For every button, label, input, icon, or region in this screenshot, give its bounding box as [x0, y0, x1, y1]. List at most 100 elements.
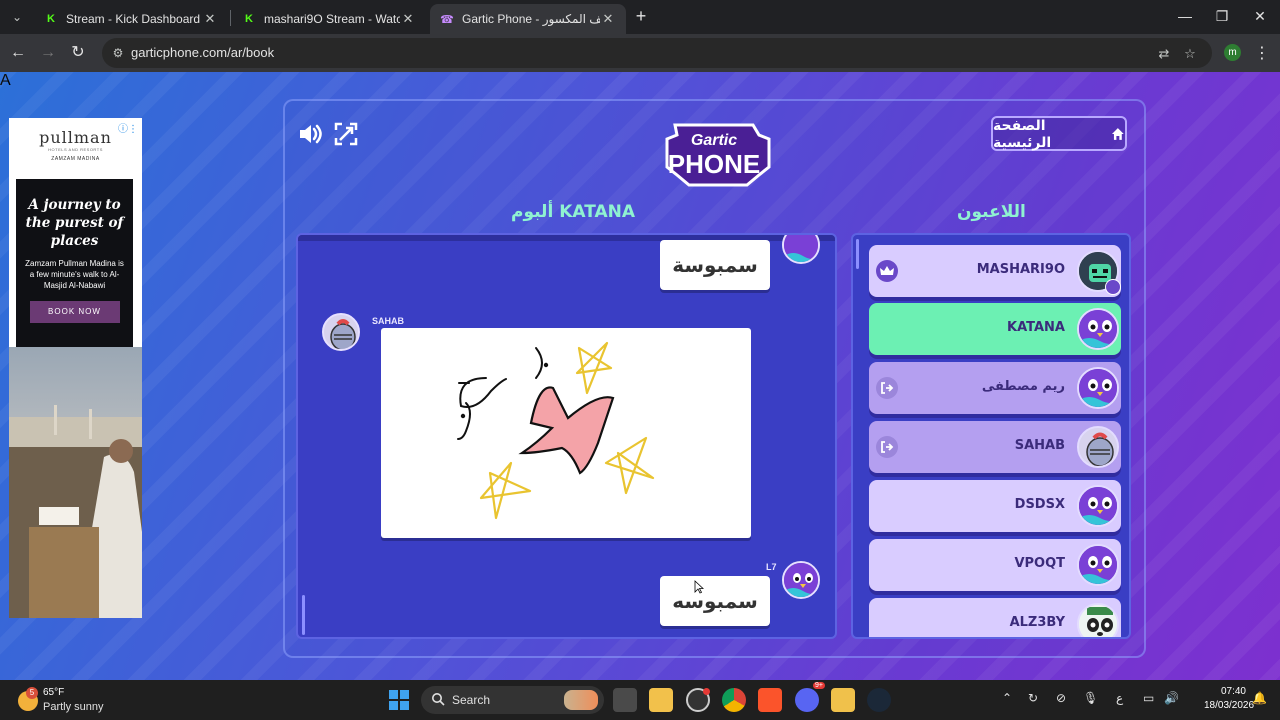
- url-text[interactable]: garticphone.com/ar/book: [131, 45, 274, 60]
- players-scrollbar[interactable]: [856, 239, 859, 269]
- knight-avatar-icon: [324, 315, 358, 349]
- left-game-icon: [876, 436, 898, 458]
- ad-brand-sub: HOTELS AND RESORTS: [48, 147, 103, 152]
- logo-line2: PHONE: [668, 149, 760, 179]
- bird-avatar-icon: [1079, 546, 1117, 584]
- brave-icon[interactable]: [758, 688, 782, 712]
- page-content: ⓘ⋮ pullman HOTELS AND RESORTS ZAMZAM MAD…: [0, 72, 1280, 680]
- tab-search-icon[interactable]: ⌄: [6, 7, 28, 27]
- player-avatar-panda: [1077, 603, 1119, 637]
- fullscreen-icon-svg: [334, 122, 358, 146]
- tab-title: Stream - Kick Dashboard: [66, 12, 201, 26]
- kick-icon: K: [245, 13, 253, 25]
- taskbar: 5 65°F Partly sunny Search 9+ ⌃ ↻ ⊘ 🎙 ع …: [0, 680, 1280, 720]
- search-highlight-image: [564, 690, 598, 710]
- player-name: ALZ3BY: [1009, 615, 1065, 630]
- search-label: Search: [452, 693, 491, 707]
- no-camera-icon[interactable]: ⊘: [1056, 691, 1066, 705]
- bird-avatar-icon: [784, 563, 818, 597]
- left-game-icon-svg: [881, 382, 894, 394]
- album-scrollbar[interactable]: [302, 595, 305, 635]
- address-bar[interactable]: ⚙ garticphone.com/ar/book ⇄ ☆: [102, 38, 1212, 68]
- back-icon[interactable]: ←: [8, 43, 28, 63]
- bird-avatar-icon: [1079, 369, 1117, 407]
- network-icon[interactable]: ▭: [1143, 691, 1154, 705]
- ad-book-now-button[interactable]: BOOK NOW: [29, 301, 120, 323]
- fullscreen-icon[interactable]: [334, 122, 358, 146]
- weather-widget[interactable]: 5 65°F Partly sunny: [16, 687, 116, 715]
- advertisement[interactable]: ⓘ⋮ pullman HOTELS AND RESORTS ZAMZAM MAD…: [9, 118, 142, 618]
- close-icon[interactable]: ✕: [202, 11, 218, 27]
- tab-gartic-phone[interactable]: ☎ Gartic Phone - الهاتف المكسور ✕: [430, 4, 626, 34]
- reload-icon[interactable]: ↻: [68, 43, 88, 63]
- clock[interactable]: 07:40 18/03/2026: [1204, 685, 1255, 713]
- discord-icon[interactable]: 9+: [795, 682, 825, 712]
- sound-icon-svg: [300, 124, 322, 144]
- ad-location: ZAMZAM MADINA: [51, 156, 100, 162]
- ad-headline: A journey to the purest of places: [25, 197, 124, 249]
- player-avatar: [782, 561, 820, 599]
- gartic-phone-logo: Gartic PHONE: [655, 117, 773, 189]
- sync-icon[interactable]: ↻: [1028, 691, 1038, 705]
- sticky-notes-icon[interactable]: [831, 688, 855, 712]
- home-icon: [1112, 127, 1125, 140]
- panda-avatar-icon: [1079, 605, 1117, 637]
- microphone-icon[interactable]: 🎙: [1083, 691, 1098, 705]
- album-drawing-canvas: [381, 328, 751, 538]
- steam-icon[interactable]: [867, 688, 891, 712]
- player-name: DSDSX: [1014, 497, 1065, 512]
- album-author-nick: SAHAB: [372, 316, 405, 326]
- menu-kebab-icon[interactable]: ⋮: [1254, 43, 1270, 63]
- close-window-icon[interactable]: ✕: [1250, 8, 1270, 25]
- restore-icon[interactable]: ❐: [1212, 8, 1232, 25]
- clock-date: 18/03/2026: [1204, 700, 1255, 711]
- profile-avatar[interactable]: m: [1224, 44, 1241, 61]
- site-info-icon[interactable]: ⚙: [110, 45, 126, 61]
- volume-icon[interactable]: 🔊: [1164, 691, 1179, 705]
- windows-start-icon[interactable]: [389, 690, 409, 710]
- host-badge-icon: [1105, 279, 1121, 295]
- home-button[interactable]: الصفحة الرئيسية: [991, 116, 1127, 151]
- file-explorer-icon[interactable]: [649, 688, 673, 712]
- tab-title: Gartic Phone - الهاتف المكسور: [462, 12, 600, 26]
- translate-icon[interactable]: ⇄: [1156, 46, 1172, 62]
- close-icon[interactable]: ✕: [600, 11, 616, 27]
- clock-time: 07:40: [1220, 686, 1246, 697]
- player-row-active: KATANA: [869, 303, 1121, 355]
- browser-toolbar: ← → ↻ ⚙ garticphone.com/ar/book ⇄ ☆ m ⋮: [0, 34, 1280, 72]
- taskbar-search[interactable]: Search: [421, 686, 604, 714]
- left-game-icon-svg: [881, 441, 894, 453]
- language-indicator[interactable]: ع: [1116, 691, 1123, 705]
- player-avatar: [1077, 485, 1119, 527]
- player-row: DSDSX: [869, 480, 1121, 532]
- bookmark-star-icon[interactable]: ☆: [1182, 46, 1198, 62]
- ad-brand: pullman HOTELS AND RESORTS ZAMZAM MADINA: [9, 128, 142, 162]
- search-icon: [432, 693, 445, 706]
- crown-icon-svg: [880, 266, 894, 275]
- new-tab-icon[interactable]: +: [632, 7, 650, 26]
- player-row-away: SAHAB: [869, 421, 1121, 473]
- tab-kick-dashboard[interactable]: K Stream - Kick Dashboard ✕: [34, 4, 228, 34]
- forward-icon[interactable]: →: [38, 43, 58, 63]
- obs-icon[interactable]: [686, 688, 710, 712]
- tray-chevron-icon[interactable]: ⌃: [1002, 691, 1012, 705]
- task-view-icon[interactable]: [613, 688, 637, 712]
- album-panel: سمبوسة SAHAB L7 سمبوسه: [296, 233, 837, 639]
- album-text-bubble: سمبوسه: [660, 576, 770, 626]
- tab-title: mashari9O Stream - Watch Live: [264, 12, 400, 26]
- discord-badge: 9+: [813, 682, 825, 689]
- tab-strip: ⌄ K Stream - Kick Dashboard ✕ K mashari9…: [0, 0, 1280, 34]
- weather-temp: 65°F: [43, 687, 65, 698]
- player-avatar: [1077, 308, 1119, 350]
- player-avatar-knight: [322, 313, 360, 351]
- notifications-icon[interactable]: 🔔: [1252, 691, 1267, 705]
- bird-avatar-icon: [1079, 487, 1117, 525]
- minimize-icon[interactable]: —: [1175, 8, 1195, 24]
- kick-icon: K: [47, 13, 55, 25]
- close-icon[interactable]: ✕: [400, 11, 416, 27]
- sound-icon[interactable]: [298, 122, 322, 146]
- tab-kick-stream[interactable]: K mashari9O Stream - Watch Live ✕: [232, 4, 426, 34]
- tab-divider: [230, 10, 231, 26]
- player-row: VPOQT: [869, 539, 1121, 591]
- chrome-icon[interactable]: [722, 688, 746, 712]
